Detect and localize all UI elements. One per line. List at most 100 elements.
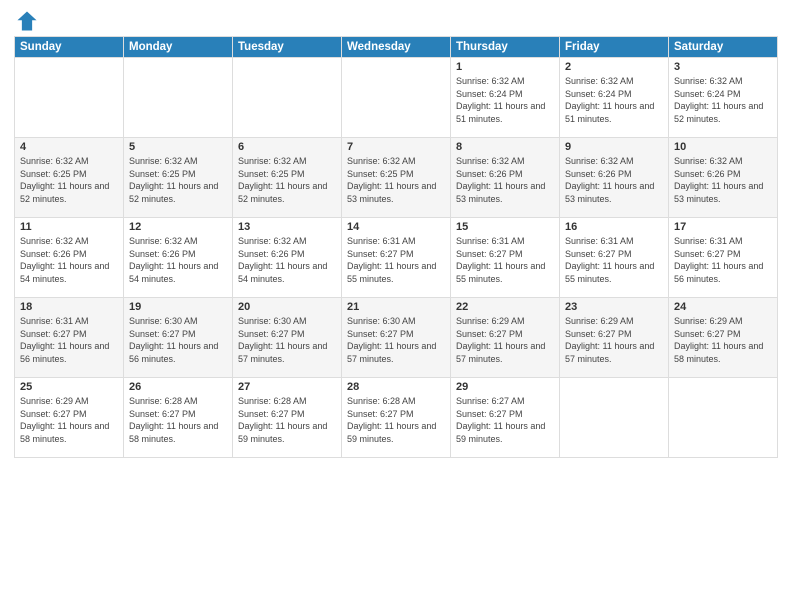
day-info: Sunrise: 6:32 AM Sunset: 6:24 PM Dayligh…	[565, 75, 663, 125]
day-number: 9	[565, 141, 663, 153]
week-row-3: 18 Sunrise: 6:31 AM Sunset: 6:27 PM Dayli…	[15, 298, 778, 378]
header-thursday: Thursday	[451, 37, 560, 58]
calendar-cell: 29 Sunrise: 6:27 AM Sunset: 6:27 PM Dayli…	[451, 378, 560, 458]
day-info: Sunrise: 6:31 AM Sunset: 6:27 PM Dayligh…	[674, 235, 772, 285]
day-number: 6	[238, 141, 336, 153]
day-number: 11	[20, 221, 118, 233]
day-info: Sunrise: 6:28 AM Sunset: 6:27 PM Dayligh…	[238, 395, 336, 445]
calendar-cell: 14Sunrise: 6:31 AM Sunset: 6:27 PM Dayli…	[342, 218, 451, 298]
calendar-cell: 25 Sunrise: 6:29 AM Sunset: 6:27 PM Dayli…	[15, 378, 124, 458]
calendar-cell: 4 Sunrise: 6:32 AM Sunset: 6:25 PM Daylig…	[15, 138, 124, 218]
calendar-cell: 6 Sunrise: 6:32 AM Sunset: 6:25 PM Daylig…	[233, 138, 342, 218]
calendar-cell: 5Sunrise: 6:32 AM Sunset: 6:25 PM Daylig…	[124, 138, 233, 218]
calendar-cell: 9 Sunrise: 6:32 AM Sunset: 6:26 PM Daylig…	[560, 138, 669, 218]
day-number: 20	[238, 301, 336, 313]
day-number: 27	[238, 381, 336, 393]
calendar-cell: 11 Sunrise: 6:32 AM Sunset: 6:26 PM Dayli…	[15, 218, 124, 298]
header-row: SundayMondayTuesdayWednesdayThursdayFrid…	[15, 37, 778, 58]
day-info: Sunrise: 6:27 AM Sunset: 6:27 PM Dayligh…	[456, 395, 554, 445]
day-info: Sunrise: 6:30 AM Sunset: 6:27 PM Dayligh…	[347, 315, 445, 365]
calendar-cell: 18 Sunrise: 6:31 AM Sunset: 6:27 PM Dayli…	[15, 298, 124, 378]
calendar-cell	[342, 58, 451, 138]
calendar-cell: 17 Sunrise: 6:31 AM Sunset: 6:27 PM Dayli…	[669, 218, 778, 298]
page-container: SundayMondayTuesdayWednesdayThursdayFrid…	[0, 0, 792, 612]
header-wednesday: Wednesday	[342, 37, 451, 58]
day-number: 3	[674, 61, 772, 73]
header-monday: Monday	[124, 37, 233, 58]
calendar-cell	[124, 58, 233, 138]
day-info: Sunrise: 6:32 AM Sunset: 6:25 PM Dayligh…	[129, 155, 227, 205]
calendar-cell: 12 Sunrise: 6:32 AM Sunset: 6:26 PM Dayli…	[124, 218, 233, 298]
day-info: Sunrise: 6:30 AM Sunset: 6:27 PM Dayligh…	[129, 315, 227, 365]
week-row-2: 11 Sunrise: 6:32 AM Sunset: 6:26 PM Dayli…	[15, 218, 778, 298]
calendar-cell: 10 Sunrise: 6:32 AM Sunset: 6:26 PM Dayli…	[669, 138, 778, 218]
day-number: 26	[129, 381, 227, 393]
calendar-cell: 24 Sunrise: 6:29 AM Sunset: 6:27 PM Dayli…	[669, 298, 778, 378]
day-number: 29	[456, 381, 554, 393]
day-info: Sunrise: 6:29 AM Sunset: 6:27 PM Dayligh…	[565, 315, 663, 365]
day-number: 13	[238, 221, 336, 233]
header	[14, 10, 778, 32]
calendar-cell	[233, 58, 342, 138]
calendar-table: SundayMondayTuesdayWednesdayThursdayFrid…	[14, 36, 778, 458]
day-info: Sunrise: 6:31 AM Sunset: 6:27 PM Dayligh…	[456, 235, 554, 285]
calendar-cell: 7 Sunrise: 6:32 AM Sunset: 6:25 PM Daylig…	[342, 138, 451, 218]
day-number: 14	[347, 221, 445, 233]
day-info: Sunrise: 6:29 AM Sunset: 6:27 PM Dayligh…	[674, 315, 772, 365]
week-row-1: 4 Sunrise: 6:32 AM Sunset: 6:25 PM Daylig…	[15, 138, 778, 218]
logo-icon	[16, 10, 38, 32]
calendar-cell: 1 Sunrise: 6:32 AM Sunset: 6:24 PM Daylig…	[451, 58, 560, 138]
calendar-cell	[560, 378, 669, 458]
day-number: 23	[565, 301, 663, 313]
calendar-cell: 26 Sunrise: 6:28 AM Sunset: 6:27 PM Dayli…	[124, 378, 233, 458]
day-info: Sunrise: 6:31 AM Sunset: 6:27 PM Dayligh…	[565, 235, 663, 285]
calendar-cell: 16 Sunrise: 6:31 AM Sunset: 6:27 PM Dayli…	[560, 218, 669, 298]
day-number: 12	[129, 221, 227, 233]
header-tuesday: Tuesday	[233, 37, 342, 58]
day-info: Sunrise: 6:28 AM Sunset: 6:27 PM Dayligh…	[347, 395, 445, 445]
day-number: 19	[129, 301, 227, 313]
day-info: Sunrise: 6:31 AM Sunset: 6:27 PM Dayligh…	[20, 315, 118, 365]
day-info: Sunrise: 6:32 AM Sunset: 6:26 PM Dayligh…	[565, 155, 663, 205]
calendar-cell: 21 Sunrise: 6:30 AM Sunset: 6:27 PM Dayli…	[342, 298, 451, 378]
calendar-cell: 23 Sunrise: 6:29 AM Sunset: 6:27 PM Dayli…	[560, 298, 669, 378]
day-info: Sunrise: 6:32 AM Sunset: 6:26 PM Dayligh…	[20, 235, 118, 285]
day-info: Sunrise: 6:30 AM Sunset: 6:27 PM Dayligh…	[238, 315, 336, 365]
day-number: 18	[20, 301, 118, 313]
day-info: Sunrise: 6:32 AM Sunset: 6:25 PM Dayligh…	[238, 155, 336, 205]
day-info: Sunrise: 6:32 AM Sunset: 6:25 PM Dayligh…	[20, 155, 118, 205]
day-info: Sunrise: 6:32 AM Sunset: 6:24 PM Dayligh…	[674, 75, 772, 125]
header-friday: Friday	[560, 37, 669, 58]
day-info: Sunrise: 6:32 AM Sunset: 6:26 PM Dayligh…	[238, 235, 336, 285]
calendar-cell: 22 Sunrise: 6:29 AM Sunset: 6:27 PM Dayli…	[451, 298, 560, 378]
day-number: 16	[565, 221, 663, 233]
day-number: 1	[456, 61, 554, 73]
day-info: Sunrise: 6:28 AM Sunset: 6:27 PM Dayligh…	[129, 395, 227, 445]
week-row-0: 1 Sunrise: 6:32 AM Sunset: 6:24 PM Daylig…	[15, 58, 778, 138]
day-number: 21	[347, 301, 445, 313]
day-number: 7	[347, 141, 445, 153]
header-sunday: Sunday	[15, 37, 124, 58]
day-number: 4	[20, 141, 118, 153]
day-info: Sunrise: 6:29 AM Sunset: 6:27 PM Dayligh…	[456, 315, 554, 365]
day-number: 8	[456, 141, 554, 153]
logo	[14, 10, 40, 32]
header-saturday: Saturday	[669, 37, 778, 58]
day-number: 17	[674, 221, 772, 233]
day-number: 25	[20, 381, 118, 393]
calendar-cell: 27 Sunrise: 6:28 AM Sunset: 6:27 PM Dayli…	[233, 378, 342, 458]
day-number: 24	[674, 301, 772, 313]
calendar-cell	[669, 378, 778, 458]
day-info: Sunrise: 6:32 AM Sunset: 6:26 PM Dayligh…	[129, 235, 227, 285]
day-info: Sunrise: 6:32 AM Sunset: 6:24 PM Dayligh…	[456, 75, 554, 125]
calendar-cell: 19 Sunrise: 6:30 AM Sunset: 6:27 PM Dayli…	[124, 298, 233, 378]
day-info: Sunrise: 6:32 AM Sunset: 6:25 PM Dayligh…	[347, 155, 445, 205]
calendar-cell: 3 Sunrise: 6:32 AM Sunset: 6:24 PM Daylig…	[669, 58, 778, 138]
calendar-cell: 28Sunrise: 6:28 AM Sunset: 6:27 PM Dayli…	[342, 378, 451, 458]
calendar-cell: 13 Sunrise: 6:32 AM Sunset: 6:26 PM Dayli…	[233, 218, 342, 298]
day-info: Sunrise: 6:32 AM Sunset: 6:26 PM Dayligh…	[674, 155, 772, 205]
day-number: 2	[565, 61, 663, 73]
day-number: 10	[674, 141, 772, 153]
day-info: Sunrise: 6:29 AM Sunset: 6:27 PM Dayligh…	[20, 395, 118, 445]
day-number: 22	[456, 301, 554, 313]
